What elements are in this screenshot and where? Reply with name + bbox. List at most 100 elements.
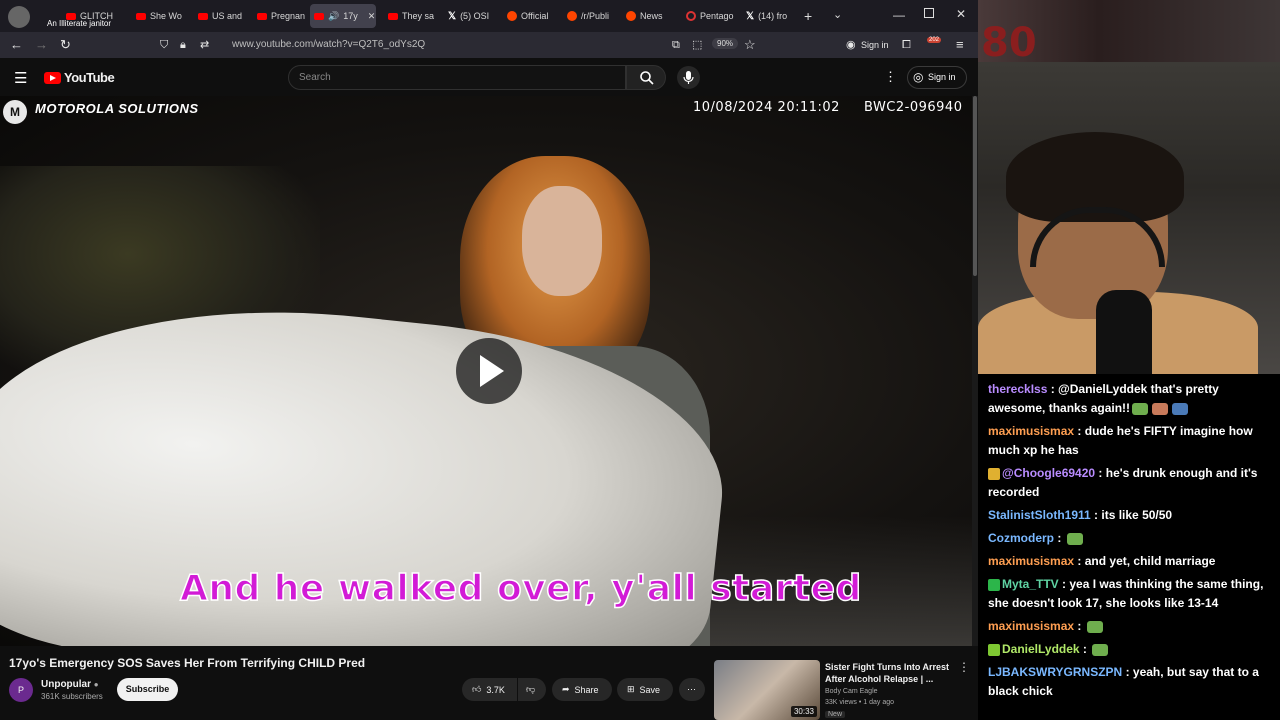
profile-avatar[interactable] bbox=[8, 6, 30, 28]
channel-name[interactable]: Unpopular ● bbox=[41, 679, 99, 690]
recommended-title[interactable]: Sister Fight Turns Into Arrest After Alc… bbox=[825, 661, 955, 685]
tab-label: Pentago bbox=[700, 11, 734, 21]
chat-message: StalinistSloth1911 : its like 50/50 bbox=[988, 506, 1270, 525]
chat-username[interactable]: maximusismax bbox=[988, 554, 1074, 568]
lock-icon[interactable]: 🔒︎ bbox=[180, 38, 186, 52]
tab-2[interactable]: She Wo bbox=[132, 4, 182, 28]
tab-7[interactable]: 𝕏 (5) OSI bbox=[444, 4, 496, 28]
thumbs-up-icon: 👍︎ bbox=[472, 684, 482, 694]
recommended-thumbnail[interactable]: 30:33 bbox=[714, 660, 820, 720]
account-icon[interactable]: ◉ bbox=[846, 38, 856, 52]
forward-icon[interactable]: → bbox=[35, 38, 48, 52]
like-button[interactable]: 👍︎ 3.7K bbox=[462, 678, 517, 701]
save-playlist-icon: ⊞ bbox=[627, 684, 635, 694]
chat-username[interactable]: thereckIss bbox=[988, 382, 1047, 396]
minimize-icon[interactable]: — bbox=[893, 8, 905, 22]
zoom-level[interactable]: 90% bbox=[712, 38, 739, 49]
new-tab-icon[interactable]: + bbox=[804, 8, 812, 24]
search-button[interactable] bbox=[626, 65, 666, 90]
permissions-icon[interactable]: ⇄ bbox=[200, 38, 209, 52]
chat-username[interactable]: StalinistSloth1911 bbox=[988, 508, 1091, 522]
search-input[interactable]: Search bbox=[288, 65, 626, 90]
bookmark-star-icon[interactable]: ☆ bbox=[744, 38, 756, 52]
browser-nav-bar: ← → ↻ ⛉ 🔒︎ ⇄ www.youtube.com/watch?v=Q2T… bbox=[0, 32, 978, 58]
chat-username[interactable]: maximusismax bbox=[988, 424, 1074, 438]
chat-message: Cozmoderp : bbox=[988, 529, 1270, 548]
emote-icon bbox=[1086, 620, 1103, 633]
back-icon[interactable]: ← bbox=[10, 38, 23, 52]
url-bar[interactable]: www.youtube.com/watch?v=Q2T6_odYs2Q bbox=[232, 39, 425, 50]
channel-avatar[interactable]: P bbox=[9, 678, 33, 702]
hamburger-menu-icon[interactable]: ☰ bbox=[14, 69, 27, 87]
stream-overlay: 80 thereckIss : @DanielLyddek that's pre… bbox=[978, 0, 1280, 720]
more-options-icon[interactable]: ⋮ bbox=[884, 69, 897, 85]
recommended-channel[interactable]: Body Cam Eagle bbox=[825, 688, 878, 695]
tab-8[interactable]: Official bbox=[503, 4, 555, 28]
chat-message: maximusismax : and yet, child marriage bbox=[988, 552, 1270, 571]
chat-text: and yet, child marriage bbox=[1084, 554, 1216, 568]
notification-badge[interactable]: 202 bbox=[927, 37, 942, 43]
verified-icon: ● bbox=[93, 680, 99, 689]
chat-separator: : bbox=[1074, 554, 1085, 568]
chat-message: @Choogle69420 : he's drunk enough and it… bbox=[988, 464, 1270, 502]
emote-icon bbox=[1172, 402, 1189, 415]
play-button[interactable] bbox=[456, 338, 522, 404]
video-player[interactable]: M MOTOROLA SOLUTIONS 10/08/2024 20:11:02… bbox=[0, 96, 978, 646]
browser-signin[interactable]: Sign in bbox=[861, 40, 889, 50]
youtube-signin-button[interactable]: ◎ Sign in bbox=[907, 66, 967, 89]
tab-10[interactable]: News bbox=[622, 4, 672, 28]
chat-badge-icon bbox=[988, 467, 1000, 480]
chat-username[interactable]: maximusismax bbox=[988, 619, 1074, 633]
video-info: 17yo's Emergency SOS Saves Her From Terr… bbox=[0, 646, 978, 720]
voice-search-button[interactable] bbox=[677, 66, 700, 89]
maximize-icon[interactable] bbox=[924, 8, 934, 18]
chat-separator: : bbox=[1095, 466, 1106, 480]
scrollbar-thumb[interactable] bbox=[973, 96, 977, 276]
more-options-icon[interactable]: ⋮ bbox=[958, 660, 970, 674]
menu-icon[interactable]: ≡ bbox=[956, 38, 964, 52]
screenshot-icon[interactable]: ⬚ bbox=[692, 38, 702, 52]
chevron-down-icon[interactable]: ⌄ bbox=[833, 8, 842, 21]
tab-label: US and bbox=[212, 11, 243, 21]
chat-username[interactable]: Cozmoderp bbox=[988, 531, 1054, 545]
reddit-icon bbox=[507, 11, 517, 21]
chat-username[interactable]: Myta_TTV bbox=[1002, 577, 1059, 591]
share-label: Share bbox=[574, 684, 599, 695]
reload-icon[interactable]: ↻ bbox=[60, 38, 71, 52]
tab-1[interactable]: GLITCH bbox=[62, 4, 120, 28]
more-actions-button[interactable]: ⋯ bbox=[679, 678, 705, 701]
tab-3[interactable]: US and bbox=[194, 4, 244, 28]
chat-panel: thereckIss : @DanielLyddek that's pretty… bbox=[978, 374, 1280, 720]
dislike-button[interactable]: 👎︎ bbox=[518, 678, 546, 701]
chat-username[interactable]: LJBAKSWRYGRNSZPN bbox=[988, 665, 1122, 679]
youtube-logo-icon[interactable] bbox=[44, 72, 61, 84]
webcam-feed bbox=[978, 62, 1280, 382]
close-tab-icon[interactable]: ✕ bbox=[368, 11, 376, 22]
chat-badge-icon bbox=[988, 643, 1000, 656]
video-duration: 30:33 bbox=[790, 706, 817, 717]
more-horizontal-icon: ⋯ bbox=[687, 684, 696, 694]
recommended-meta: 33K views • 1 day ago bbox=[825, 699, 894, 706]
subscribe-button[interactable]: Subscribe bbox=[117, 678, 178, 701]
chat-separator: : bbox=[1074, 619, 1085, 633]
tab-12[interactable]: 𝕏 (14) fro bbox=[742, 4, 800, 28]
extensions-icon[interactable]: ⧠ bbox=[902, 38, 911, 52]
tab-11[interactable]: Pentago bbox=[682, 4, 738, 28]
person-face bbox=[522, 186, 602, 296]
tab-4[interactable]: Pregnan bbox=[253, 4, 305, 28]
close-window-icon[interactable]: ✕ bbox=[956, 7, 966, 21]
thumbs-down-icon: 👎︎ bbox=[526, 684, 536, 694]
chat-username[interactable]: DanielLyddek bbox=[1002, 642, 1080, 656]
youtube-logo-text[interactable]: YouTube bbox=[64, 70, 115, 85]
tab-6[interactable]: They sa bbox=[384, 4, 434, 28]
share-button[interactable]: ➦ Share bbox=[552, 678, 612, 701]
tab-active[interactable]: 🔊 17y ✕ bbox=[310, 4, 376, 28]
tab-9[interactable]: /r/Publi bbox=[563, 4, 615, 28]
tab-label: (5) OSI bbox=[460, 11, 490, 21]
share-icon: ➦ bbox=[562, 684, 570, 694]
chat-username[interactable]: @Choogle69420 bbox=[1002, 466, 1095, 480]
picture-in-picture-icon[interactable]: ⧉ bbox=[672, 38, 680, 52]
save-button[interactable]: ⊞ Save bbox=[617, 678, 673, 701]
shield-icon[interactable]: ⛉ bbox=[160, 38, 168, 52]
chat-message: maximusismax : bbox=[988, 617, 1270, 636]
